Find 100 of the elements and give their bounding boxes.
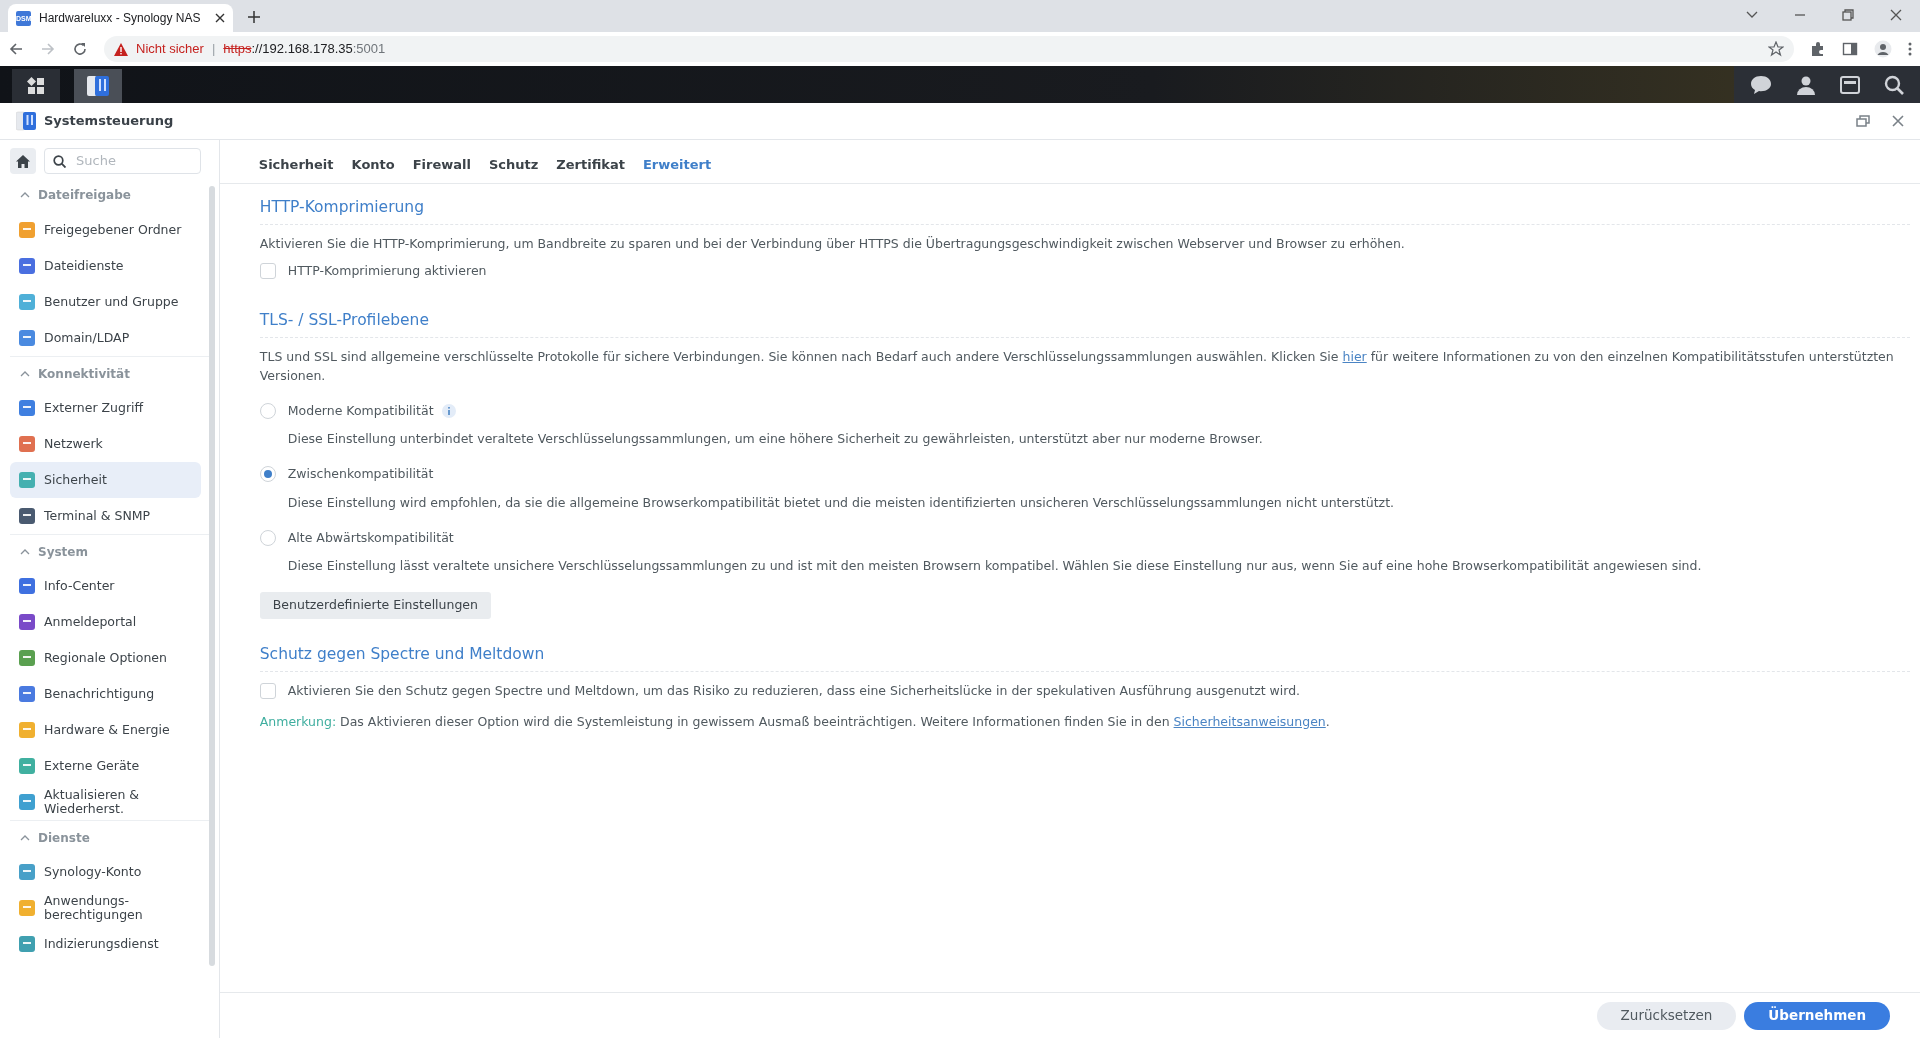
restore-icon[interactable] — [1856, 114, 1870, 128]
description: Aktivieren Sie die HTTP-Komprimierung, um Bandbreite zu sparen und bei der Verbindung über HTTPS die Übertragungsgeschwindigkeit zwischen Webserver und Browser zu erhöhen. — [259, 235, 1406, 254]
sidebar-icon[interactable] — [1842, 41, 1858, 57]
profile-icon[interactable] — [1874, 40, 1892, 58]
apply-button[interactable]: Übernehmen — [1744, 1001, 1890, 1030]
option-description: Diese Einstellung wird empfohlen, da sie die allgemeine Browserkompatibilität bietet und die meisten identifizierten unsicheren Verschlüsselungssammlungen nicht unterstützt. — [287, 493, 1396, 512]
description: TLS und SSL sind allgemeine verschlüsselte Protokolle für sichere Verbindungen. Sie können nach Bedarf auch andere Verschlüsselungssammlungen auswählen. Klicken Sie hier für weitere Informationen zu von den einzelnen Kompatibilitätsstufen unterstützten Versionen. — [259, 348, 1895, 385]
note-text: Anmerkung: Das Aktivieren dieser Option wird die Systemleistung in gewissem Ausmaß beeinträchtigen. Weitere Informationen finden Sie in den Sicherheitsanweisungen. — [259, 712, 1331, 731]
tab-title: Hardwareluxx - Synology NAS — [39, 10, 202, 27]
app-icon — [18, 757, 36, 775]
search-box[interactable]: Suche — [44, 148, 201, 174]
sidebar-item[interactable]: Info-Center — [10, 568, 201, 604]
section-heading: TLS- / SSL-Profilebene — [259, 308, 1910, 338]
sidebar-item[interactable]: Domain/LDAP — [10, 320, 201, 356]
app-icon — [18, 721, 36, 739]
option-description: Diese Einstellung lässt veraltete unsichere Verschlüsselungssammlungen zu und ist mit den meisten Browsern kompatibel. Wählen Sie diese Einstellung nur aus, wenn Sie auf eine hohe Browserkompatibilität angewiesen sind. — [287, 557, 1703, 576]
sidebar-item[interactable]: Aktualisieren & Wiederherst. — [10, 784, 201, 820]
control-panel-icon — [87, 74, 109, 98]
sidebar-item[interactable]: Benutzer und Gruppe — [10, 284, 201, 320]
chevron-up-icon — [20, 192, 30, 198]
sidebar-item[interactable]: Freigegebener Ordner — [10, 212, 201, 248]
scrollbar[interactable] — [208, 186, 215, 966]
new-tab-icon[interactable] — [247, 10, 261, 24]
custom-settings-button[interactable]: Benutzerdefinierte Einstellungen — [259, 592, 491, 619]
sidebar-item[interactable]: Anmeldeportal — [10, 604, 201, 640]
separator: | — [211, 40, 216, 59]
radio-label: Zwischenkompatibilität — [287, 465, 434, 483]
reset-button[interactable]: Zurücksetzen — [1596, 1001, 1737, 1030]
app-icon — [18, 793, 36, 811]
sidebar-item[interactable]: Benachrichtigung — [10, 676, 201, 712]
app-icon — [18, 899, 36, 917]
sidebar-item[interactable]: Indizierungsdienst — [10, 926, 201, 962]
app-icon — [18, 685, 36, 703]
section-heading: HTTP-Komprimierung — [259, 196, 1910, 226]
widget-icon[interactable] — [1840, 74, 1860, 95]
search-icon — [53, 154, 66, 168]
app-icon — [18, 221, 36, 239]
user-icon[interactable] — [1796, 74, 1816, 95]
sidebar-item[interactable]: Synology-Konto — [10, 854, 201, 890]
app-icon — [18, 471, 36, 489]
section-heading: Schutz gegen Spectre und Meltdown — [259, 642, 1910, 672]
sidebar-item[interactable]: Anwendungs-berechtigungen — [10, 890, 201, 926]
tab[interactable]: Sicherheit — [249, 142, 343, 187]
sidebar-item[interactable]: Dateidienste — [10, 248, 201, 284]
info-icon[interactable] — [441, 403, 456, 418]
warning-icon — [114, 42, 128, 56]
url-text: https://192.168.178.35:5001 — [223, 40, 386, 59]
sidebar-item[interactable]: Externe Geräte — [10, 748, 201, 784]
link[interactable]: hier — [1342, 349, 1367, 364]
home-button[interactable] — [10, 148, 36, 174]
radio-button[interactable] — [259, 402, 276, 419]
close-icon[interactable] — [215, 13, 225, 23]
tab[interactable]: Schutz — [480, 142, 548, 187]
home-icon — [16, 154, 30, 168]
tab[interactable]: Zertifikat — [547, 142, 634, 187]
app-icon — [18, 507, 36, 525]
sidebar-item[interactable]: Hardware & Energie — [10, 712, 201, 748]
app-icon — [18, 613, 36, 631]
grid-icon — [27, 77, 45, 95]
sidebar-item[interactable]: Regionale Optionen — [10, 640, 201, 676]
radio-label: Alte Abwärtskompatibilität — [287, 528, 454, 547]
app-icon — [18, 935, 36, 953]
puzzle-icon[interactable] — [1810, 41, 1826, 57]
reload-icon[interactable] — [72, 41, 88, 57]
search-icon[interactable] — [1884, 74, 1904, 95]
main-menu-button[interactable] — [12, 69, 60, 103]
sidebar-item[interactable]: Externer Zugriff — [10, 390, 201, 426]
tab[interactable]: Erweitert — [633, 142, 721, 187]
sidebar-item[interactable]: Netzwerk — [10, 426, 201, 462]
app-icon — [18, 399, 36, 417]
app-icon — [18, 257, 36, 275]
menu-icon[interactable] — [1908, 41, 1912, 57]
restore-icon[interactable] — [1841, 8, 1855, 22]
checkbox-label: Aktivieren Sie den Schutz gegen Spectre und Meltdown, um das Risiko zu reduzieren, dass eine Sicherheitslücke in der spekulativen Ausführung ausgenutzt wird. — [287, 682, 1301, 700]
security-label: Nicht sicher — [136, 40, 204, 59]
sidebar-item[interactable]: Sicherheit — [10, 462, 201, 498]
star-icon[interactable] — [1768, 41, 1784, 57]
tab[interactable]: Firewall — [403, 142, 480, 187]
sidebar-item[interactable]: Terminal & SNMP — [10, 498, 201, 534]
address-bar[interactable]: Nicht sicher | https://192.168.178.35:5001 — [104, 36, 1794, 62]
app-icon — [18, 329, 36, 347]
chat-icon[interactable] — [1750, 74, 1772, 95]
chevron-up-icon — [20, 834, 30, 841]
radio-button[interactable] — [259, 466, 276, 483]
control-panel-button[interactable] — [74, 69, 122, 103]
app-icon — [18, 649, 36, 667]
option-description: Diese Einstellung unterbindet veraltete Verschlüsselungssammlungen, um eine höhere Sicherheit zu gewährleisten, unterstützt aber nur moderne Browser. — [287, 430, 1264, 449]
link[interactable]: Sicherheitsanweisungen — [1173, 713, 1326, 729]
app-icon — [18, 435, 36, 453]
app-icon — [18, 863, 36, 881]
radio-button[interactable] — [259, 529, 276, 546]
close-icon[interactable] — [1889, 8, 1903, 22]
checkbox-label: HTTP-Komprimierung aktivieren — [287, 262, 487, 280]
app-icon — [18, 577, 36, 595]
window-title: Systemsteuerung — [44, 112, 175, 131]
back-icon[interactable] — [8, 41, 24, 57]
checkbox[interactable] — [259, 683, 276, 700]
tab[interactable]: Konto — [342, 142, 404, 187]
checkbox[interactable] — [259, 263, 276, 280]
app-icon — [18, 293, 36, 311]
